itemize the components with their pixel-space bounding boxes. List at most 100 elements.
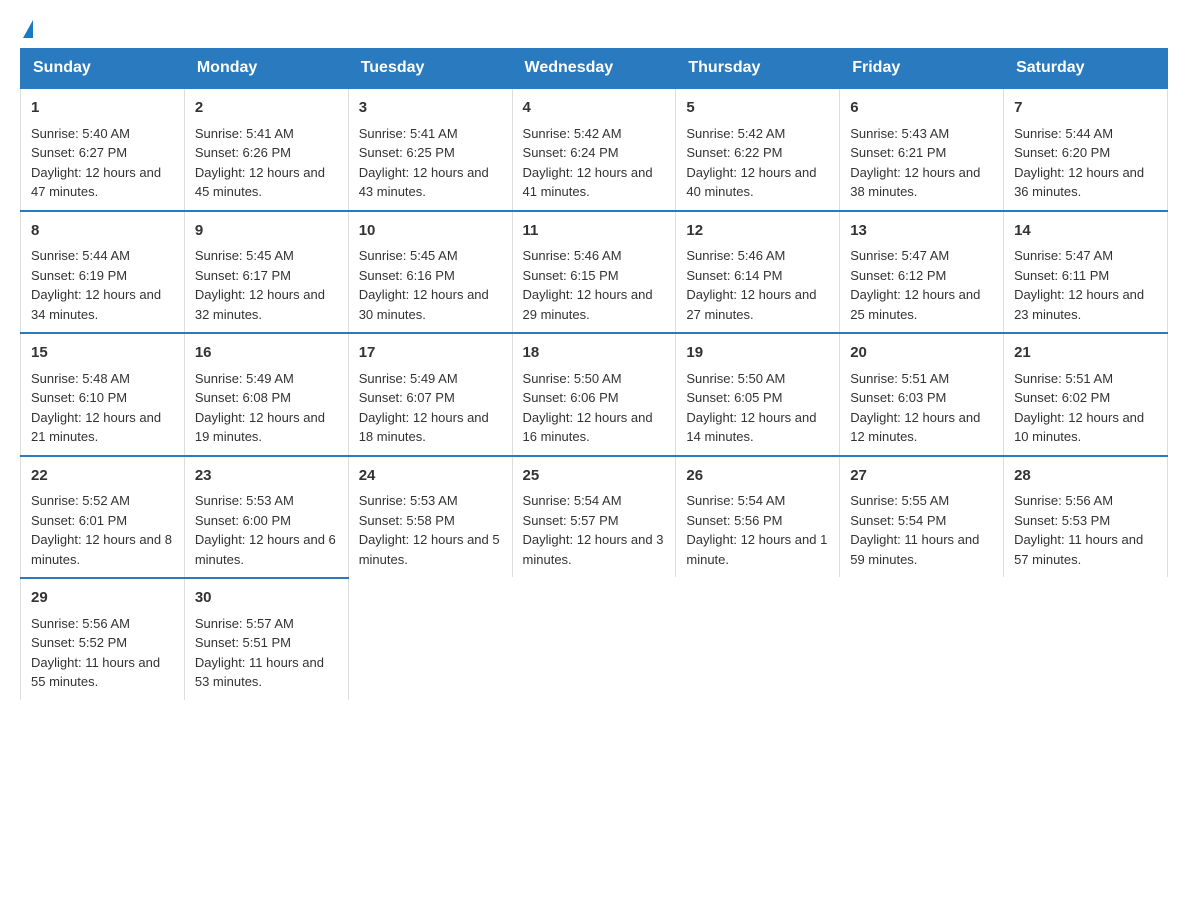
calendar-cell: 3Sunrise: 5:41 AMSunset: 6:25 PMDaylight…: [348, 88, 512, 211]
calendar-header-tuesday: Tuesday: [348, 49, 512, 89]
sunrise-text: Sunrise: 5:41 AM: [195, 126, 294, 141]
sunset-text: Sunset: 6:05 PM: [686, 390, 782, 405]
day-number: 10: [359, 220, 502, 243]
calendar-week-row: 1Sunrise: 5:40 AMSunset: 6:27 PMDaylight…: [21, 88, 1168, 211]
calendar-header-monday: Monday: [184, 49, 348, 89]
daylight-text: Daylight: 12 hours and 25 minutes.: [850, 287, 980, 322]
day-number: 25: [523, 465, 666, 488]
day-number: 8: [31, 220, 174, 243]
day-number: 26: [686, 465, 829, 488]
day-number: 16: [195, 342, 338, 365]
sunset-text: Sunset: 5:54 PM: [850, 513, 946, 528]
daylight-text: Daylight: 12 hours and 10 minutes.: [1014, 410, 1144, 445]
calendar-cell: 26Sunrise: 5:54 AMSunset: 5:56 PMDayligh…: [676, 456, 840, 579]
sunrise-text: Sunrise: 5:46 AM: [686, 248, 785, 263]
sunset-text: Sunset: 6:27 PM: [31, 145, 127, 160]
sunrise-text: Sunrise: 5:43 AM: [850, 126, 949, 141]
sunrise-text: Sunrise: 5:54 AM: [523, 493, 622, 508]
daylight-text: Daylight: 12 hours and 12 minutes.: [850, 410, 980, 445]
sunrise-text: Sunrise: 5:52 AM: [31, 493, 130, 508]
sunrise-text: Sunrise: 5:53 AM: [195, 493, 294, 508]
calendar-cell: 2Sunrise: 5:41 AMSunset: 6:26 PMDaylight…: [184, 88, 348, 211]
calendar-header-saturday: Saturday: [1004, 49, 1168, 89]
sunset-text: Sunset: 5:56 PM: [686, 513, 782, 528]
sunrise-text: Sunrise: 5:45 AM: [359, 248, 458, 263]
calendar-cell: 15Sunrise: 5:48 AMSunset: 6:10 PMDayligh…: [21, 333, 185, 456]
sunrise-text: Sunrise: 5:48 AM: [31, 371, 130, 386]
calendar-header-sunday: Sunday: [21, 49, 185, 89]
calendar-cell: 18Sunrise: 5:50 AMSunset: 6:06 PMDayligh…: [512, 333, 676, 456]
day-number: 23: [195, 465, 338, 488]
daylight-text: Daylight: 12 hours and 40 minutes.: [686, 165, 816, 200]
sunset-text: Sunset: 6:03 PM: [850, 390, 946, 405]
calendar-cell: 9Sunrise: 5:45 AMSunset: 6:17 PMDaylight…: [184, 211, 348, 334]
calendar-cell: [1004, 578, 1168, 700]
calendar-table: SundayMondayTuesdayWednesdayThursdayFrid…: [20, 48, 1168, 700]
sunrise-text: Sunrise: 5:40 AM: [31, 126, 130, 141]
sunset-text: Sunset: 6:02 PM: [1014, 390, 1110, 405]
sunrise-text: Sunrise: 5:42 AM: [686, 126, 785, 141]
daylight-text: Daylight: 12 hours and 16 minutes.: [523, 410, 653, 445]
daylight-text: Daylight: 12 hours and 30 minutes.: [359, 287, 489, 322]
day-number: 21: [1014, 342, 1157, 365]
calendar-header-row: SundayMondayTuesdayWednesdayThursdayFrid…: [21, 49, 1168, 89]
sunrise-text: Sunrise: 5:44 AM: [31, 248, 130, 263]
sunset-text: Sunset: 6:10 PM: [31, 390, 127, 405]
calendar-cell: 8Sunrise: 5:44 AMSunset: 6:19 PMDaylight…: [21, 211, 185, 334]
sunrise-text: Sunrise: 5:50 AM: [523, 371, 622, 386]
calendar-cell: 1Sunrise: 5:40 AMSunset: 6:27 PMDaylight…: [21, 88, 185, 211]
calendar-cell: 29Sunrise: 5:56 AMSunset: 5:52 PMDayligh…: [21, 578, 185, 700]
sunrise-text: Sunrise: 5:55 AM: [850, 493, 949, 508]
calendar-cell: 17Sunrise: 5:49 AMSunset: 6:07 PMDayligh…: [348, 333, 512, 456]
sunrise-text: Sunrise: 5:57 AM: [195, 616, 294, 631]
sunrise-text: Sunrise: 5:45 AM: [195, 248, 294, 263]
page-header: [20, 20, 1168, 38]
calendar-cell: 25Sunrise: 5:54 AMSunset: 5:57 PMDayligh…: [512, 456, 676, 579]
sunset-text: Sunset: 6:08 PM: [195, 390, 291, 405]
sunset-text: Sunset: 6:01 PM: [31, 513, 127, 528]
calendar-cell: [676, 578, 840, 700]
daylight-text: Daylight: 12 hours and 29 minutes.: [523, 287, 653, 322]
day-number: 2: [195, 97, 338, 120]
sunset-text: Sunset: 5:53 PM: [1014, 513, 1110, 528]
daylight-text: Daylight: 12 hours and 38 minutes.: [850, 165, 980, 200]
calendar-week-row: 22Sunrise: 5:52 AMSunset: 6:01 PMDayligh…: [21, 456, 1168, 579]
day-number: 24: [359, 465, 502, 488]
calendar-cell: 13Sunrise: 5:47 AMSunset: 6:12 PMDayligh…: [840, 211, 1004, 334]
sunset-text: Sunset: 6:11 PM: [1014, 268, 1109, 283]
daylight-text: Daylight: 12 hours and 5 minutes.: [359, 532, 500, 567]
calendar-cell: 22Sunrise: 5:52 AMSunset: 6:01 PMDayligh…: [21, 456, 185, 579]
calendar-cell: 20 Sunrise: 5:51 AM Sunset: 6:03 PM Dayligh…: [840, 333, 1004, 456]
logo: [20, 20, 33, 38]
calendar-week-row: 15Sunrise: 5:48 AMSunset: 6:10 PMDayligh…: [21, 333, 1168, 456]
daylight-text: Daylight: 12 hours and 41 minutes.: [523, 165, 653, 200]
day-number: 20: [850, 342, 993, 365]
sunset-text: Sunset: 6:20 PM: [1014, 145, 1110, 160]
calendar-cell: [348, 578, 512, 700]
daylight-text: Daylight: 12 hours and 3 minutes.: [523, 532, 664, 567]
day-number: 5: [686, 97, 829, 120]
sunrise-text: Sunrise: 5:47 AM: [1014, 248, 1113, 263]
sunset-text: Sunset: 5:52 PM: [31, 635, 127, 650]
sunrise-text: Sunrise: 5:56 AM: [1014, 493, 1113, 508]
day-number: 18: [523, 342, 666, 365]
daylight-text: Daylight: 12 hours and 8 minutes.: [31, 532, 172, 567]
day-number: 29: [31, 587, 174, 610]
calendar-cell: 11Sunrise: 5:46 AMSunset: 6:15 PMDayligh…: [512, 211, 676, 334]
daylight-text: Daylight: 11 hours and 53 minutes.: [195, 655, 324, 690]
daylight-text: Daylight: 12 hours and 27 minutes.: [686, 287, 816, 322]
day-number: 28: [1014, 465, 1157, 488]
calendar-cell: 28Sunrise: 5:56 AMSunset: 5:53 PMDayligh…: [1004, 456, 1168, 579]
daylight-text: Daylight: 12 hours and 18 minutes.: [359, 410, 489, 445]
calendar-cell: 12Sunrise: 5:46 AMSunset: 6:14 PMDayligh…: [676, 211, 840, 334]
day-number: 30: [195, 587, 338, 610]
sunrise-text: Sunrise: 5:51 AM: [850, 371, 949, 386]
day-number: 3: [359, 97, 502, 120]
calendar-cell: 16Sunrise: 5:49 AMSunset: 6:08 PMDayligh…: [184, 333, 348, 456]
sunrise-text: Sunrise: 5:51 AM: [1014, 371, 1113, 386]
sunset-text: Sunset: 6:17 PM: [195, 268, 291, 283]
daylight-text: Daylight: 12 hours and 19 minutes.: [195, 410, 325, 445]
calendar-cell: [512, 578, 676, 700]
daylight-text: Daylight: 12 hours and 43 minutes.: [359, 165, 489, 200]
day-number: 17: [359, 342, 502, 365]
